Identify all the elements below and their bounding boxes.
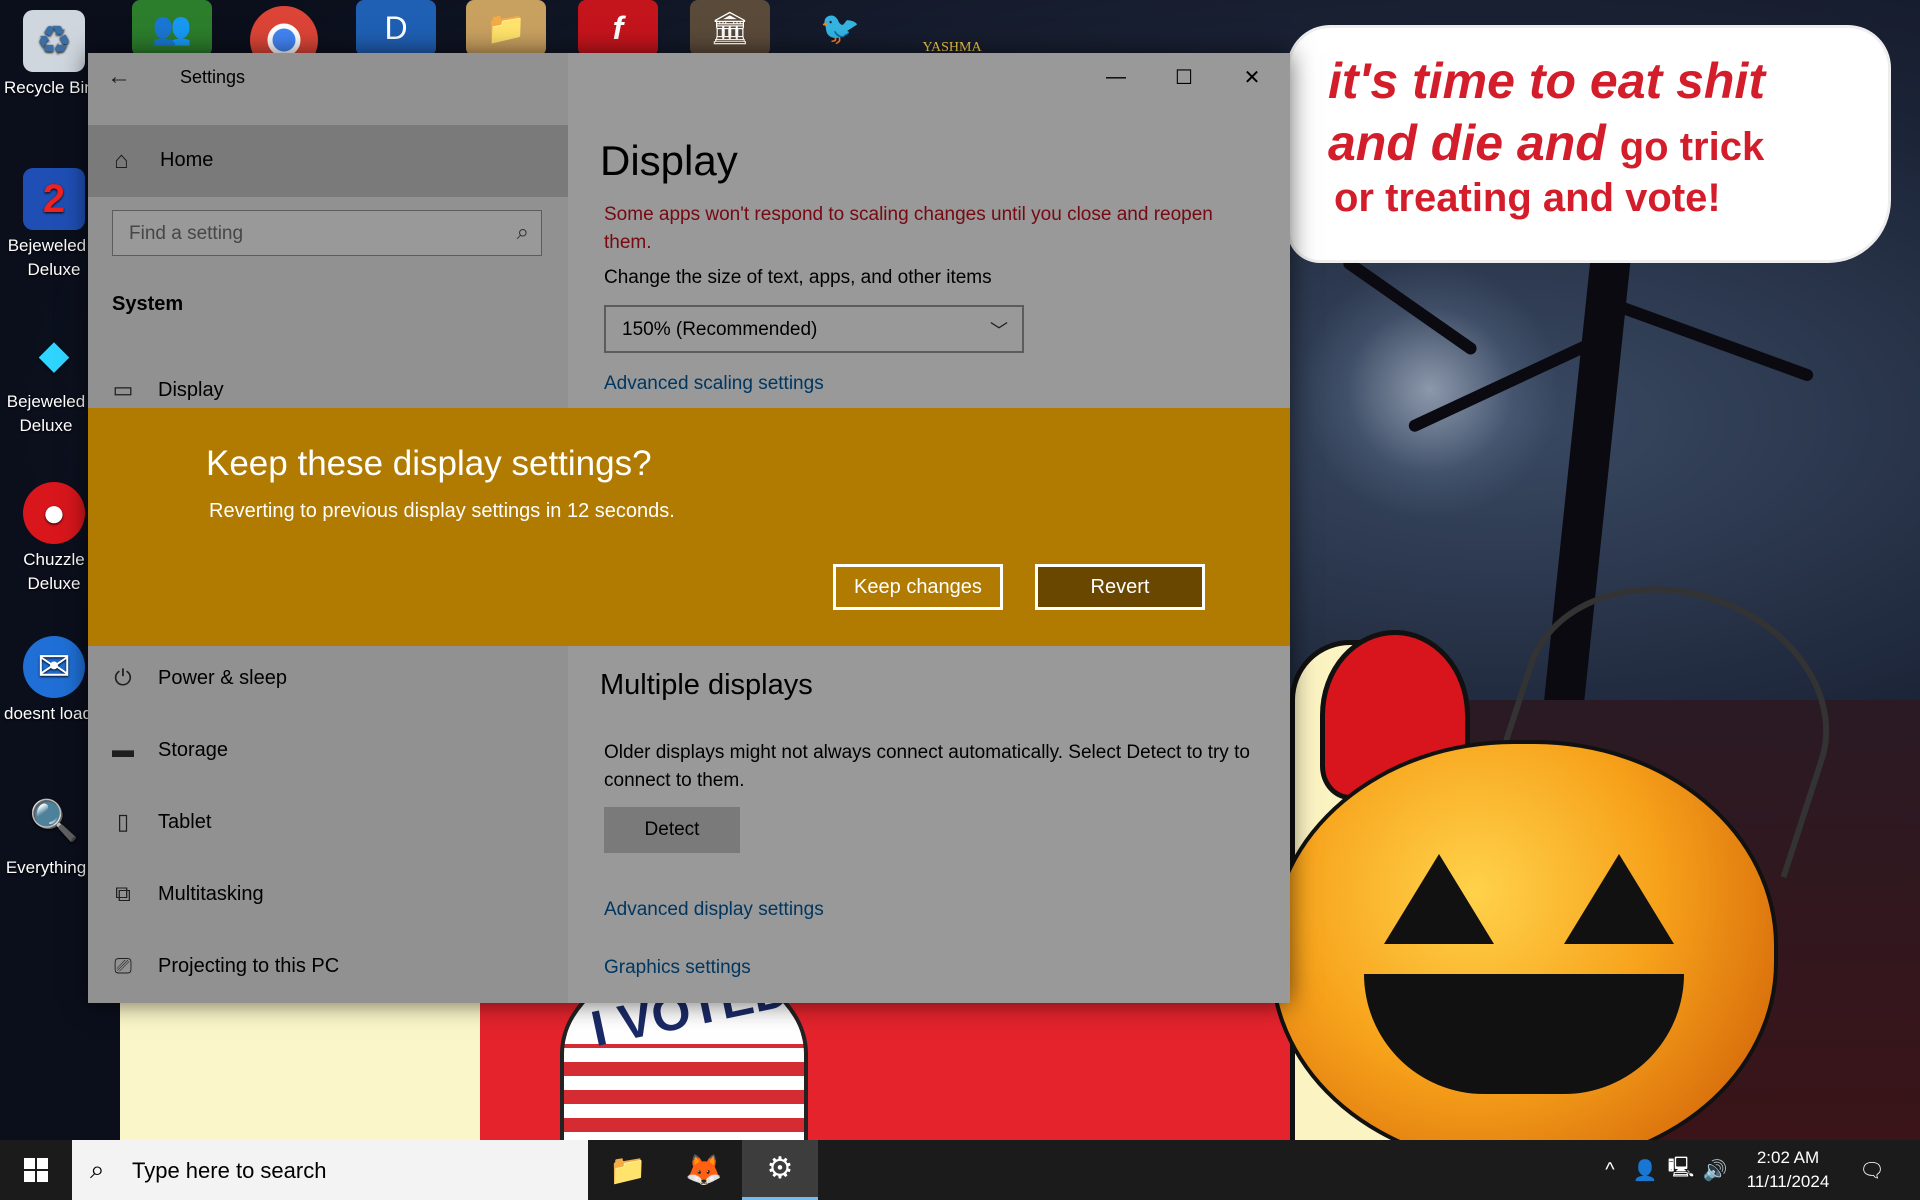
taskbar: ⌕ Type here to search 📁 🦊 ⚙ ^ 👤 🖳 🔊 2:02… <box>0 1140 1920 1200</box>
messenger-icon[interactable]: 👥 <box>132 0 212 56</box>
notification-center-icon[interactable]: 🗨 <box>1852 1140 1892 1200</box>
network-icon[interactable]: 🖳 <box>1666 1140 1696 1200</box>
bejeweled-icon: ◆ <box>38 333 70 377</box>
file-explorer-icon[interactable]: 📁 <box>590 1140 666 1200</box>
taskbar-search-placeholder: Type here to search <box>132 1158 327 1183</box>
start-button[interactable] <box>0 1140 72 1200</box>
moon-glow <box>1300 260 1560 520</box>
speech-line-1: it's time to eat shit <box>1328 53 1765 109</box>
dialog-title: Keep these display settings? <box>206 444 652 483</box>
pumpkin-eye <box>1384 854 1494 944</box>
desktop-icon-label: Bejeweled Deluxe <box>6 392 86 435</box>
speech-line-3: or treating and vote! <box>1334 176 1721 220</box>
chrome-icon[interactable] <box>244 0 324 56</box>
clock-time: 2:02 AM <box>1756 1148 1820 1167</box>
taskbar-clock[interactable]: 2:02 AM 11/11/2024 <box>1736 1146 1840 1194</box>
yashma-icon[interactable]: YASHMA <box>912 0 992 56</box>
pumpkin-eye <box>1564 854 1674 944</box>
desktop-icon-label: Everything <box>5 858 87 877</box>
desktop-icon-label: Recycle Bin <box>4 78 88 97</box>
bejeweled2-icon: 2 <box>23 168 85 230</box>
archive-app-icon[interactable]: 📁 <box>466 0 546 56</box>
everything-search-icon: 🔍 <box>29 799 79 843</box>
revert-button[interactable]: Revert <box>1035 564 1205 610</box>
chuzzle-icon: ● <box>23 482 85 544</box>
keep-settings-dialog: Keep these display settings? Reverting t… <box>88 408 1290 646</box>
user-status-icon[interactable]: 👤 <box>1630 1140 1660 1200</box>
keep-changes-button[interactable]: Keep changes <box>833 564 1003 610</box>
clock-date: 11/11/2024 <box>1746 1172 1830 1191</box>
flash-player-icon[interactable]: f <box>578 0 658 56</box>
desktop-icon-label: doesnt load <box>4 704 88 723</box>
speech-bubble: it's time to eat shit and die and go tri… <box>1290 28 1888 260</box>
speech-line-2a: and die and <box>1328 115 1606 171</box>
speech-line-2: and die and go trick <box>1328 114 1764 172</box>
pale-figure <box>120 980 500 1140</box>
speech-line-2b: go trick <box>1619 125 1765 169</box>
volume-icon[interactable]: 🔊 <box>1700 1140 1730 1200</box>
app-d-icon[interactable]: D <box>356 0 436 56</box>
show-hidden-icons-chevron-icon[interactable]: ^ <box>1596 1140 1624 1200</box>
building-app-icon[interactable]: 🏛 <box>690 0 770 56</box>
jack-o-lantern-bucket <box>1270 740 1778 1140</box>
thunderbird-icon: ✉ <box>23 636 85 698</box>
dialog-countdown-message: Reverting to previous display settings i… <box>209 500 675 522</box>
windows-logo-icon <box>24 1158 48 1182</box>
firefox-icon[interactable]: 🦊 <box>666 1140 742 1200</box>
pumpkin-mouth <box>1364 974 1684 1094</box>
thunderbird-top-icon[interactable]: 🐦 <box>800 0 880 56</box>
taskbar-search-box[interactable]: ⌕ Type here to search <box>72 1140 588 1200</box>
settings-gear-icon[interactable]: ⚙ <box>742 1140 818 1200</box>
search-icon: ⌕ <box>90 1154 105 1184</box>
recycle-bin-icon: ♻ <box>23 10 85 72</box>
